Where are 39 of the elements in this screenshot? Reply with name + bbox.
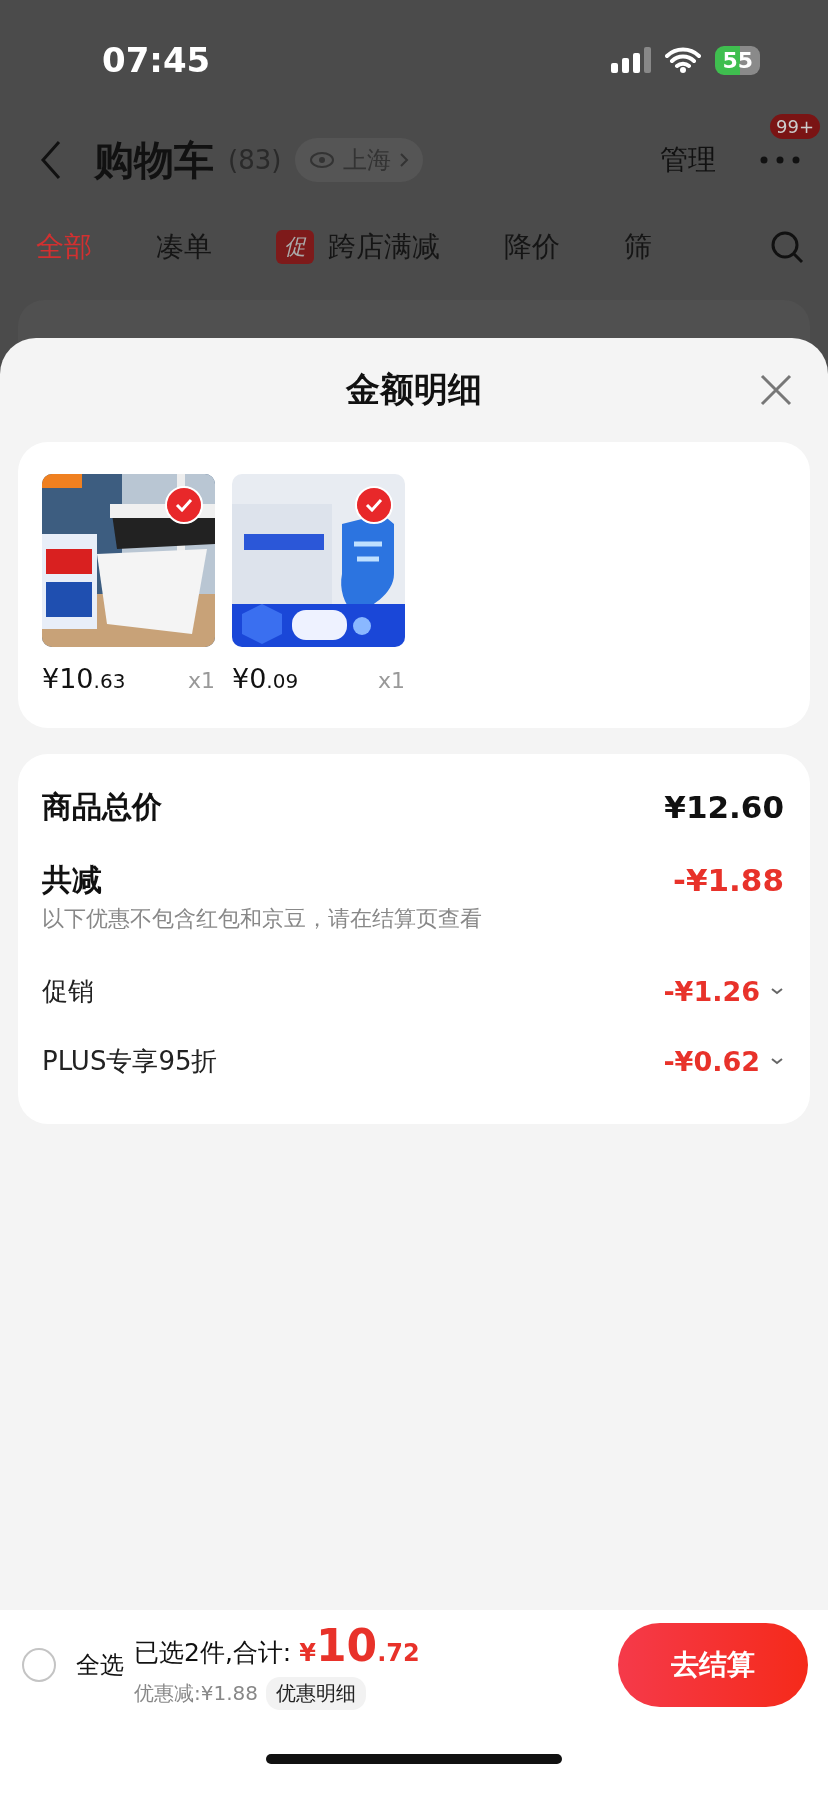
selected-summary: 已选2件,合计:: [134, 1637, 292, 1669]
total-price: ¥12.60: [664, 789, 784, 825]
checkout-button[interactable]: 去结算: [618, 1623, 808, 1707]
discount-summary: 优惠减:¥1.88: [134, 1680, 258, 1707]
more-icon[interactable]: [760, 156, 800, 164]
chevron-right-icon: [399, 152, 410, 168]
discount-amount: -¥1.88: [673, 862, 784, 898]
check-icon: [365, 498, 383, 512]
battery-level: 55: [715, 45, 760, 75]
product-quantity: x1: [187, 668, 215, 693]
status-time: 07:45: [102, 40, 212, 80]
sheet-title: 金额明细: [346, 368, 482, 411]
chevron-down-icon: [770, 986, 784, 996]
chevron-down-icon: [770, 1056, 784, 1066]
total-amount: ¥10.72: [299, 1620, 420, 1671]
signal-icon: [611, 47, 652, 73]
product-quantity: x1: [377, 668, 405, 693]
page-title: 购物车: [94, 135, 214, 185]
filter-tab[interactable]: 全部: [36, 228, 92, 266]
product-price: ¥0.09: [232, 663, 299, 694]
discount-details-button[interactable]: 优惠明细: [266, 1677, 366, 1710]
total-label: 商品总价: [42, 787, 162, 826]
check-icon: [175, 498, 193, 512]
discount-note: 以下优惠不包含红包和京豆，请在结算页查看: [42, 905, 483, 933]
discount-label: 共减: [42, 860, 102, 899]
discount-item-label: PLUS专享95折: [42, 1044, 218, 1078]
discount-item-amount[interactable]: -¥1.26: [663, 975, 784, 1007]
select-all-label: 全选: [76, 1650, 124, 1681]
discount-item-amount[interactable]: -¥0.62: [663, 1045, 784, 1077]
back-icon[interactable]: [40, 140, 62, 180]
wifi-icon: [665, 47, 702, 73]
manage-link[interactable]: 管理: [660, 141, 716, 179]
discount-item-label: 促销: [42, 974, 94, 1008]
product-price: ¥10.63: [42, 663, 126, 694]
notification-badge: 99+: [770, 114, 820, 139]
select-all-checkbox[interactable]: [22, 1648, 56, 1682]
eye-icon: [309, 151, 336, 169]
search-icon[interactable]: [770, 230, 804, 264]
promo-tag: 促: [276, 230, 314, 264]
